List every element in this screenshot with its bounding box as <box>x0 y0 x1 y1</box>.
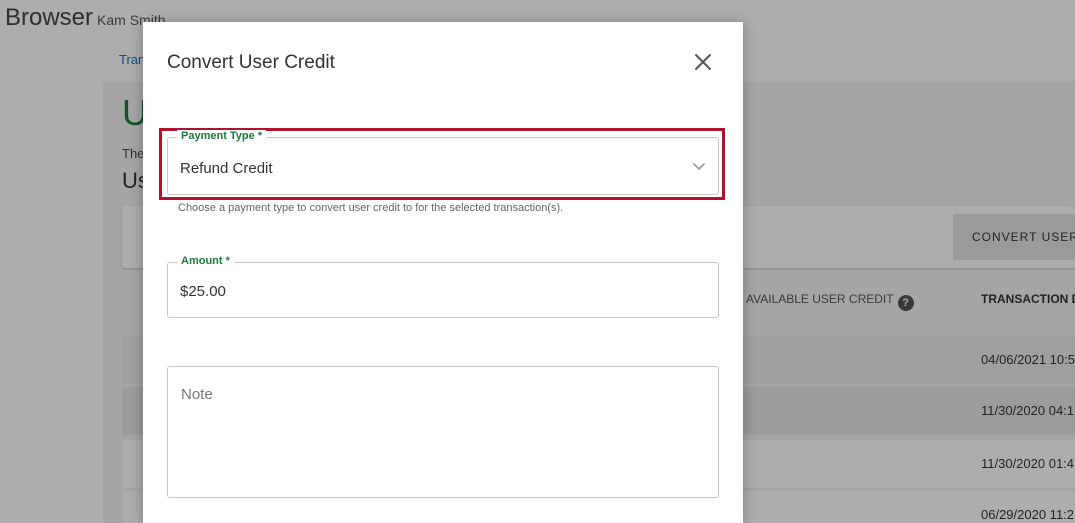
dialog-title: Convert User Credit <box>167 52 335 73</box>
payment-type-value: Refund Credit <box>180 160 273 177</box>
note-field <box>167 366 719 498</box>
payment-type-label: Payment Type * <box>177 130 267 142</box>
amount-label: Amount * <box>177 255 234 267</box>
note-textarea[interactable] <box>168 367 718 497</box>
chevron-down-icon <box>693 163 705 170</box>
payment-type-helper-text: Choose a payment type to convert user cr… <box>178 202 564 214</box>
close-button[interactable] <box>691 50 715 74</box>
convert-user-credit-dialog: Convert User Credit Payment Type * Refun… <box>143 22 743 523</box>
amount-field[interactable]: Amount * $25.00 <box>167 255 719 318</box>
amount-value: $25.00 <box>180 283 226 300</box>
close-icon <box>695 54 711 70</box>
payment-type-select[interactable]: Payment Type * Refund Credit <box>167 130 719 195</box>
